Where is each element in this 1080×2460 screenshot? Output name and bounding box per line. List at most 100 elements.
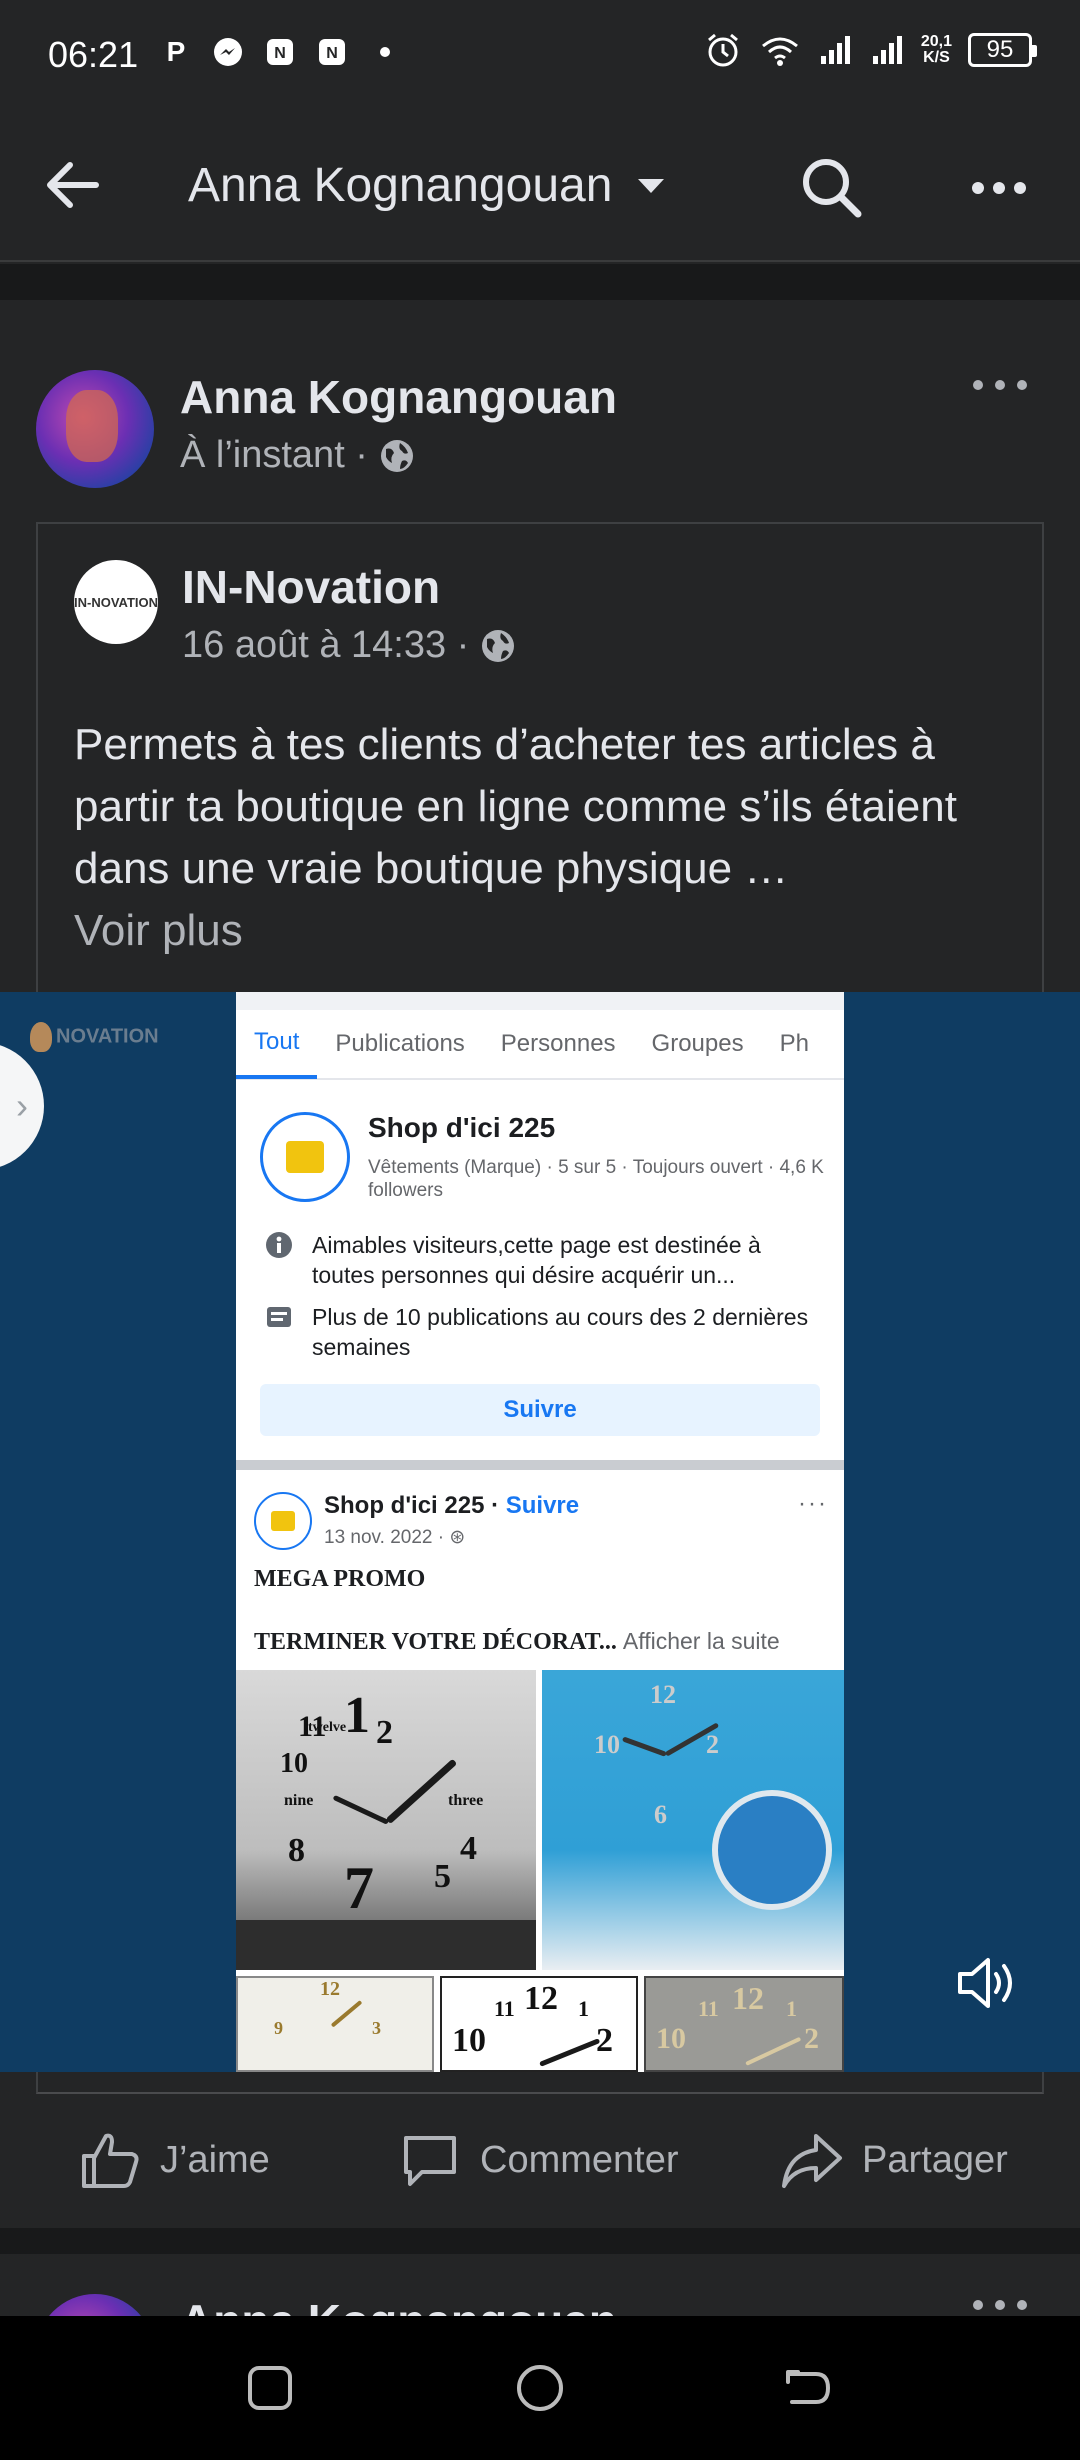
posts-icon <box>267 1307 291 1327</box>
shared-page-name[interactable]: IN-Novation <box>182 560 440 614</box>
post-more-icon[interactable] <box>970 2290 1030 2316</box>
battery-indicator: 95 <box>968 33 1037 67</box>
shop-post-title: MEGA PROMO <box>254 1566 426 1592</box>
see-more-link[interactable]: Voir plus <box>74 906 243 955</box>
shared-post-meta: 16 août à 14:33 · <box>182 624 517 667</box>
post-meta: À l’instant · <box>180 434 416 477</box>
chevron-right-icon[interactable]: › <box>0 1042 44 1170</box>
shop-activity-row: Plus de 10 publications au cours des 2 d… <box>264 1302 824 1362</box>
p-icon: P <box>166 36 186 67</box>
status-bar: 06:21 P N N 20,1 K/S 95 <box>0 0 1080 110</box>
recent-apps-icon[interactable] <box>240 2358 300 2418</box>
nfc-icon: N <box>267 39 293 65</box>
back-arrow-icon[interactable] <box>38 150 108 220</box>
tab-personnes: Personnes <box>500 1030 616 1057</box>
author-avatar[interactable] <box>36 370 154 488</box>
shop-post-date: 13 nov. 2022 · ⊛ <box>324 1526 465 1549</box>
shop-post-date-text: 13 nov. 2022 · <box>324 1527 445 1548</box>
shop-about-row: Aimables visiteurs,cette page est destin… <box>264 1230 824 1290</box>
alarm-icon <box>707 33 738 67</box>
post-author-name[interactable]: Anna Kognangouan <box>180 370 617 424</box>
more-notifications-dot <box>380 47 390 57</box>
search-icon[interactable] <box>796 152 866 222</box>
comment-label: Commenter <box>480 2138 679 2181</box>
share-label: Partager <box>862 2138 1008 2181</box>
shop-post-more-link: Afficher la suite <box>622 1628 780 1654</box>
shop-about-text: Aimables visiteurs,cette page est destin… <box>312 1232 761 1288</box>
shop-post-more: ··· <box>798 1490 828 1517</box>
shared-post-text: Permets à tes clients d’acheter tes arti… <box>74 714 1014 962</box>
tab-publications: Publications <box>335 1030 465 1057</box>
globe-icon <box>380 439 413 472</box>
shop-logo <box>260 1112 350 1202</box>
shop-post-avatar <box>254 1492 312 1550</box>
tab-groupes: Groupes <box>651 1030 744 1057</box>
status-system-icons: 20,1 K/S 95 <box>703 30 1037 70</box>
profile-title-dropdown[interactable]: Anna Kognangouan <box>188 158 666 213</box>
tab-tout: Tout <box>236 1009 318 1079</box>
post-time: À l’instant · <box>180 434 368 476</box>
share-icon <box>782 2134 842 2188</box>
page-title: Anna Kognangouan <box>188 159 613 212</box>
network-speed-unit: K/S <box>923 49 950 66</box>
shop-activity-text: Plus de 10 publications au cours des 2 d… <box>312 1304 809 1360</box>
shared-post-body: Permets à tes clients d’acheter tes arti… <box>74 720 957 893</box>
clock-photo-2: 12 10 2 6 <box>542 1670 844 1970</box>
network-speed-value: 20,1 <box>920 33 952 50</box>
feed-separator <box>0 2228 1080 2254</box>
caret-down-icon <box>638 178 665 193</box>
like-label: J’aime <box>160 2138 270 2181</box>
share-button[interactable]: Partager <box>780 2128 1008 2192</box>
screen-separator <box>236 1460 844 1470</box>
svg-text:N: N <box>326 45 338 62</box>
author-avatar[interactable] <box>36 2294 154 2316</box>
shopping-bag-icon <box>271 1511 295 1531</box>
shop-post-line: TERMINER VOTRE DÉCORAT... Afficher la su… <box>254 1628 780 1656</box>
clock-photo-1: 11 1 2 twelve 10 nine three 8 4 7 5 <box>236 1670 536 1970</box>
status-time: 06:21 <box>48 34 139 75</box>
shared-page-avatar[interactable]: IN-NOVATION <box>74 560 158 644</box>
shop-name: Shop d'ici 225 <box>368 1112 556 1143</box>
shared-page-logo-text: IN-NOVATION <box>74 594 159 610</box>
comment-icon <box>404 2136 456 2186</box>
back-icon[interactable] <box>778 2358 838 2418</box>
battery-level: 95 <box>986 36 1014 63</box>
post-video[interactable]: NOVATION › Tout Publications Personnes G… <box>0 992 1080 2072</box>
info-icon <box>266 1232 292 1258</box>
search-bar-edge <box>236 992 844 1010</box>
bulb-icon <box>30 1022 52 1052</box>
nfc-icon: N <box>319 39 345 65</box>
messenger-icon <box>214 38 242 66</box>
clock-photo-3: 12 9 3 <box>236 1976 434 2072</box>
shopping-bag-icon <box>286 1141 324 1173</box>
shared-post-date: 16 août à 14:33 · <box>182 624 470 666</box>
shop-post-header: Shop d'ici 225 · Suivre <box>324 1492 579 1520</box>
volume-icon[interactable] <box>954 1950 1020 2016</box>
like-button[interactable]: J’aime <box>78 2128 270 2192</box>
comment-button[interactable]: Commenter <box>398 2128 679 2192</box>
home-icon[interactable] <box>510 2358 570 2418</box>
clock-photo-5: 11 12 1 10 2 <box>644 1976 844 2072</box>
wifi-icon <box>761 37 798 66</box>
watermark-text: NOVATION <box>56 1025 159 1048</box>
next-post-author-name[interactable]: Anna Kognangouan <box>180 2294 617 2316</box>
post-more-icon[interactable] <box>970 370 1030 400</box>
follow-shop-button: Suivre <box>260 1384 820 1436</box>
system-navigation-bar <box>0 2316 1080 2460</box>
app-bar: Anna Kognangouan <box>0 110 1080 262</box>
next-post-preview[interactable]: Anna Kognangouan <box>0 2254 1080 2316</box>
globe-icon: ⊛ <box>449 1527 466 1548</box>
network-speed: 20,1 K/S <box>921 34 952 66</box>
svg-text:N: N <box>274 45 286 62</box>
watermark-logo: NOVATION <box>30 1022 159 1052</box>
shop-post-line-text: TERMINER VOTRE DÉCORAT... <box>254 1629 617 1655</box>
clock-photo-4: 11 12 1 10 2 <box>440 1976 638 2072</box>
more-options-icon[interactable] <box>964 152 1034 222</box>
globe-icon <box>482 629 515 662</box>
shop-post-author: Shop d'ici 225 · <box>324 1492 500 1519</box>
shop-post-follow: Suivre <box>505 1492 580 1519</box>
thumbs-up-icon <box>82 2133 139 2188</box>
shop-info: Vêtements (Marque) · 5 sur 5 · Toujours … <box>368 1157 824 1201</box>
status-notification-icons: P N N <box>160 36 390 68</box>
tab-photos: Ph <box>779 1030 809 1057</box>
